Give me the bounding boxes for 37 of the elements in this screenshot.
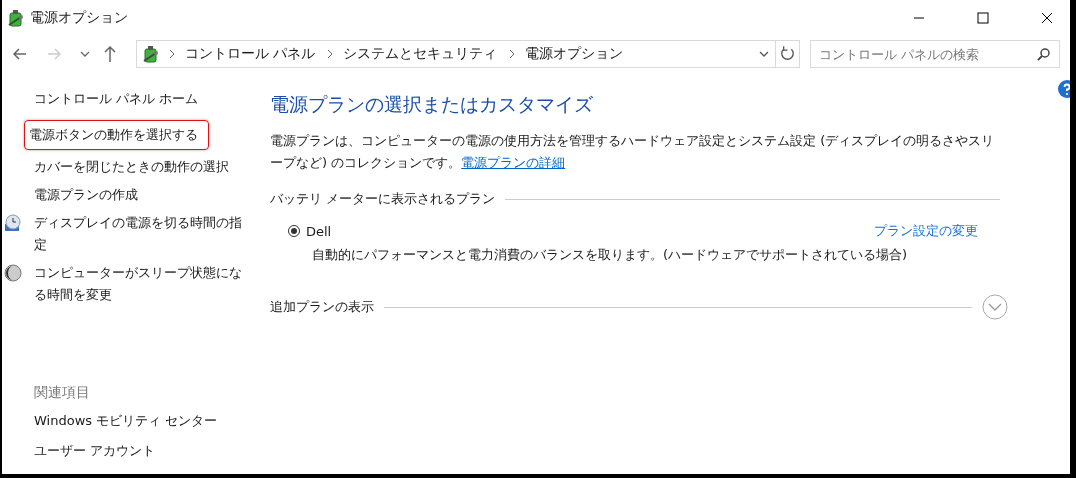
app-icon — [6, 8, 24, 28]
sidebar-link[interactable]: コンピューターがスリープ状態になる時間を変更 — [30, 262, 253, 306]
chevron-icon — [327, 49, 334, 59]
close-icon[interactable] — [1041, 12, 1053, 24]
sidebar-link[interactable]: 電源プランの作成 — [30, 184, 142, 206]
moon-icon — [4, 264, 22, 282]
address-bar[interactable]: コントロール パネル システムとセキュリティ 電源オプション — [136, 40, 776, 68]
search-field[interactable]: コントロール パネルの検索 — [810, 40, 1060, 68]
section-heading: 追加プランの表示 — [270, 298, 374, 316]
sidebar-link[interactable]: ユーザー アカウント — [30, 440, 160, 462]
breadcrumb-item[interactable]: 電源オプション — [525, 45, 624, 63]
breadcrumb-item[interactable]: コントロール パネル — [185, 45, 316, 63]
clock-icon — [4, 214, 22, 232]
chevron-icon — [509, 49, 516, 59]
description-text: 電源プランは、コンピューターの電源の使用方法を管理するハードウェア設定とシステム設定 (ディスプレイの明るさやスリープなど) のコレクションです。電源プランの詳細 — [270, 132, 996, 172]
page-heading: 電源プランの選択またはカスタマイズ — [270, 92, 594, 117]
refresh-icon[interactable] — [776, 40, 800, 68]
sidebar-link[interactable]: ディスプレイの電源を切る時間の指定 — [30, 212, 253, 256]
sidebar-link[interactable]: コントロール パネル ホーム — [30, 88, 203, 110]
chevron-icon — [169, 49, 175, 59]
breadcrumb-item[interactable]: システムとセキュリティ — [343, 45, 498, 63]
plan-name: Dell — [306, 223, 332, 239]
maximize-icon[interactable] — [977, 12, 989, 24]
dropdown-icon[interactable] — [759, 49, 769, 59]
section-heading: バッテリ メーターに表示されるプラン — [270, 190, 496, 208]
back-icon[interactable] — [12, 46, 28, 62]
sidebar-link[interactable]: 電源ボタンの動作を選択する — [24, 120, 209, 150]
details-link[interactable]: 電源プランの詳細 — [461, 155, 566, 170]
sidebar-link[interactable]: カバーを閉じたときの動作の選択 — [30, 156, 233, 178]
section-heading: 関連項目 — [34, 384, 91, 402]
battery-icon — [141, 44, 159, 64]
sidebar-link[interactable]: Windows モビリティ センター — [30, 410, 222, 432]
search-icon[interactable] — [1037, 47, 1051, 61]
up-icon[interactable] — [102, 45, 118, 63]
plan-settings-link[interactable]: プラン設定の変更 — [874, 222, 978, 240]
window-title: 電源オプション — [30, 9, 128, 27]
plan-description: 自動的にパフォーマンスと電力消費のバランスを取ります。(ハードウェアでサポートされている場合) — [312, 246, 909, 264]
